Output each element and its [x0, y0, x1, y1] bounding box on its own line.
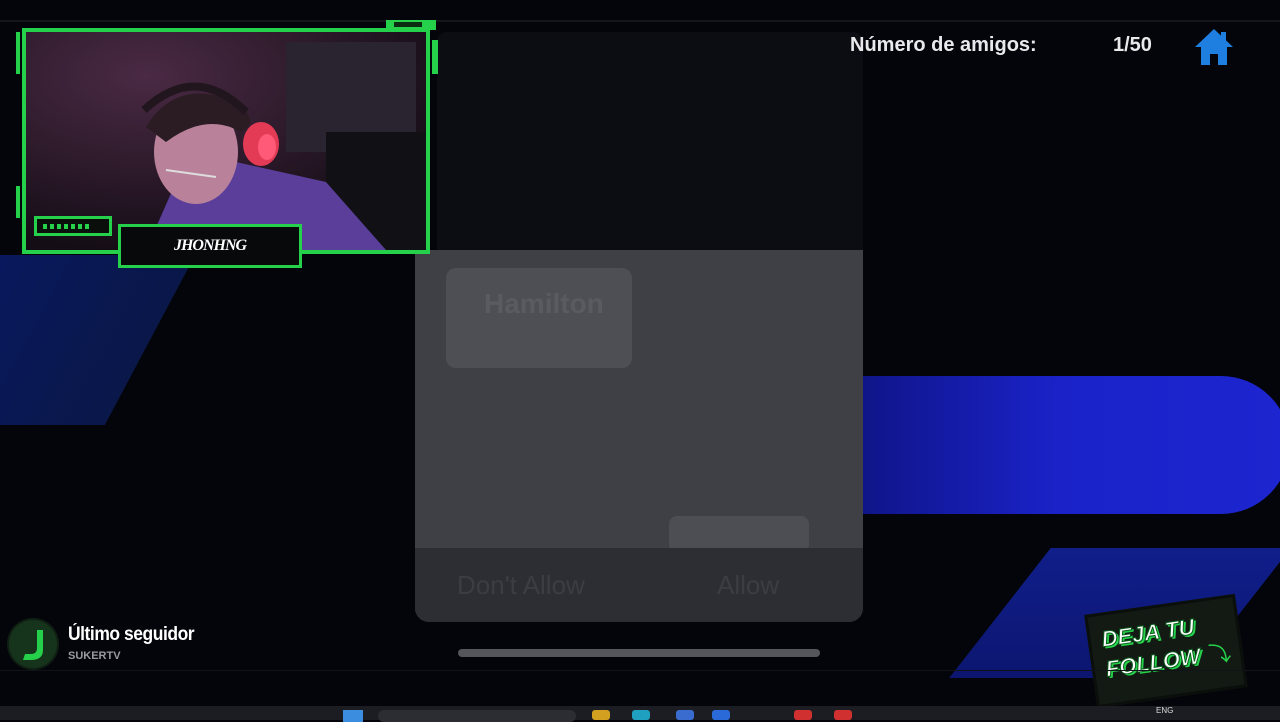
- taskbar-app-icon[interactable]: [676, 710, 694, 720]
- home-icon[interactable]: [1193, 27, 1235, 67]
- streamer-name: JHONHNG: [173, 237, 247, 254]
- frame-side-accent: [16, 32, 20, 74]
- follow-badge: DEJA TU FOLLOW ⤵: [1084, 593, 1248, 709]
- frame-corner-detail: [394, 22, 422, 27]
- phone-screen-top: [437, 32, 863, 250]
- taskbar-app-icon[interactable]: [592, 710, 610, 720]
- permission-dialog: Hamilton Don't Allow Allow: [415, 250, 863, 622]
- webcam-overlay: [16, 20, 438, 258]
- phone-home-indicator[interactable]: [458, 649, 820, 657]
- taskbar-app-icon[interactable]: [712, 710, 730, 720]
- streamer-name-plate: JHONHNG: [118, 224, 302, 268]
- taskbar: ENG: [0, 706, 1280, 722]
- frame-level-bar: [34, 216, 112, 236]
- taskbar-app-icon[interactable]: [632, 710, 650, 720]
- friends-counter-label: Número de amigos:: [850, 34, 1037, 56]
- last-follower-title: Último seguidor: [68, 624, 195, 645]
- allow-button[interactable]: Allow: [717, 570, 779, 601]
- level-bar-fill: [43, 224, 91, 229]
- taskbar-search[interactable]: [378, 710, 576, 722]
- last-follower-name: SUKERTV: [68, 650, 121, 662]
- friends-counter-value: 1/50: [1113, 34, 1152, 56]
- bottom-divider: [0, 670, 1280, 671]
- dialog-card[interactable]: Hamilton: [446, 268, 632, 368]
- dialog-small-button[interactable]: [669, 516, 809, 552]
- background-stripe-left: [0, 255, 196, 425]
- taskbar-app-icon[interactable]: [794, 710, 812, 720]
- frame-side-accent: [432, 40, 438, 74]
- frame-side-accent: [16, 186, 20, 218]
- dialog-card-label: Hamilton: [484, 288, 604, 319]
- taskbar-language[interactable]: ENG: [1156, 706, 1173, 715]
- dialog-footer: Don't Allow Allow: [415, 548, 863, 622]
- windows-start-icon[interactable]: [343, 710, 363, 722]
- follower-logo-icon: [9, 620, 57, 668]
- arrow-down-icon: ⤵: [1207, 641, 1233, 669]
- taskbar-app-icon[interactable]: [834, 710, 852, 720]
- dont-allow-button[interactable]: Don't Allow: [457, 570, 585, 601]
